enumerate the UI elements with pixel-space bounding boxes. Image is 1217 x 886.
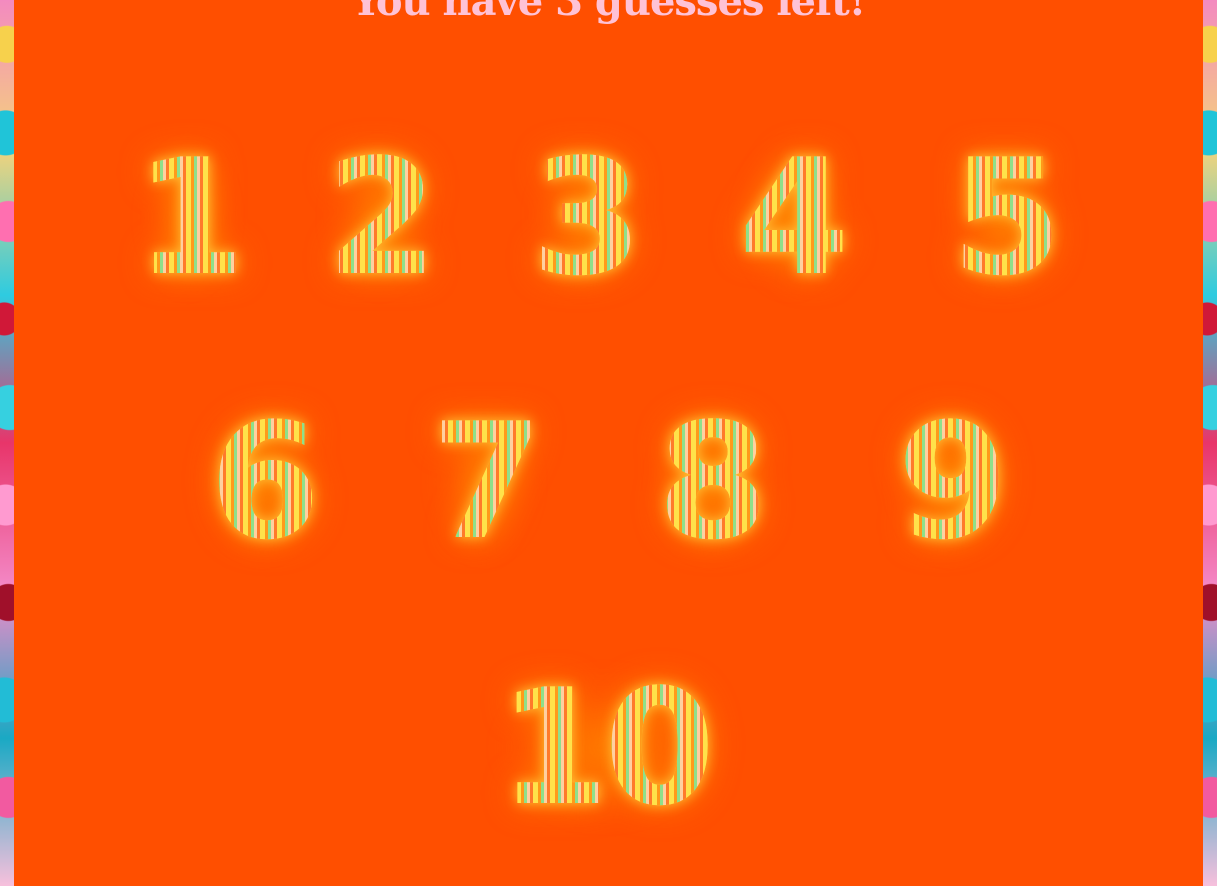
number-label: 3 bbox=[531, 124, 637, 311]
number-button-1[interactable]: 1 bbox=[130, 130, 246, 306]
number-label: 9 bbox=[897, 388, 1003, 575]
number-button-9[interactable]: 9 bbox=[880, 392, 1020, 572]
number-label: 5 bbox=[951, 124, 1057, 311]
game-panel: You have 3 guesses left! 1 2 3 4 5 6 7 8… bbox=[14, 0, 1203, 886]
number-label: 1 bbox=[135, 124, 241, 311]
number-button-10[interactable]: 10 bbox=[484, 658, 724, 838]
number-label: 4 bbox=[738, 124, 844, 311]
number-label: 6 bbox=[209, 388, 315, 575]
number-label: 2 bbox=[326, 124, 432, 311]
number-button-3[interactable]: 3 bbox=[519, 130, 649, 306]
guesses-remaining-message: You have 3 guesses left! bbox=[351, 0, 866, 25]
number-label: 7 bbox=[431, 388, 537, 575]
number-button-5[interactable]: 5 bbox=[939, 130, 1069, 306]
left-decor-strip bbox=[0, 0, 14, 886]
number-label: 10 bbox=[498, 654, 710, 841]
number-button-7[interactable]: 7 bbox=[419, 392, 549, 572]
number-button-4[interactable]: 4 bbox=[726, 130, 856, 306]
number-label: 8 bbox=[657, 388, 763, 575]
number-button-2[interactable]: 2 bbox=[314, 130, 444, 306]
number-button-8[interactable]: 8 bbox=[640, 392, 780, 572]
right-decor-strip bbox=[1203, 0, 1217, 886]
number-button-6[interactable]: 6 bbox=[192, 392, 332, 572]
